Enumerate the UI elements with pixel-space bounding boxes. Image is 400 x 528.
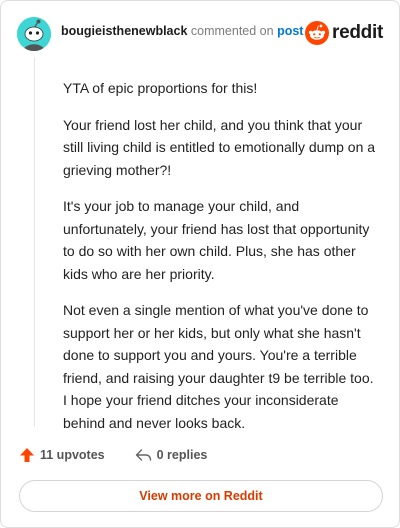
- upvote-count: 11 upvotes: [40, 448, 105, 462]
- reply-arrow-icon: [135, 449, 151, 461]
- commented-on-label: commented on: [190, 24, 274, 38]
- reddit-brand[interactable]: reddit: [305, 21, 383, 45]
- reply-count: 0 replies: [156, 448, 208, 462]
- username-link[interactable]: bougieisthenewblack: [61, 24, 187, 38]
- reddit-snoo-icon: [305, 21, 330, 45]
- upvote-button[interactable]: 11 upvotes: [19, 447, 105, 463]
- comment-embed-card: bougieisthenewblack commented on post re…: [0, 0, 400, 528]
- comment-actions: 11 upvotes 0 replies: [19, 447, 207, 463]
- post-link[interactable]: post: [277, 24, 303, 38]
- comment-paragraph: Your friend lost her child, and you thin…: [63, 116, 376, 178]
- comment-body: YTA of epic proportions for this! Your f…: [63, 77, 381, 448]
- reddit-wordmark: reddit: [332, 22, 383, 43]
- snoo-avatar-icon[interactable]: [17, 17, 51, 51]
- comment-header: bougieisthenewblack commented on post re…: [17, 17, 383, 51]
- comment-paragraph: It's your job to manage your child, and …: [63, 198, 370, 282]
- comment-paragraph: YTA of epic proportions for this!: [63, 80, 258, 96]
- view-more-button[interactable]: View more on Reddit: [19, 480, 383, 512]
- comment-paragraph: Not even a single mention of what you've…: [63, 302, 374, 431]
- reply-button[interactable]: 0 replies: [135, 447, 208, 463]
- comment-meta: bougieisthenewblack commented on post: [61, 23, 303, 39]
- thread-line: [34, 57, 35, 427]
- upvote-arrow-icon: [20, 448, 34, 462]
